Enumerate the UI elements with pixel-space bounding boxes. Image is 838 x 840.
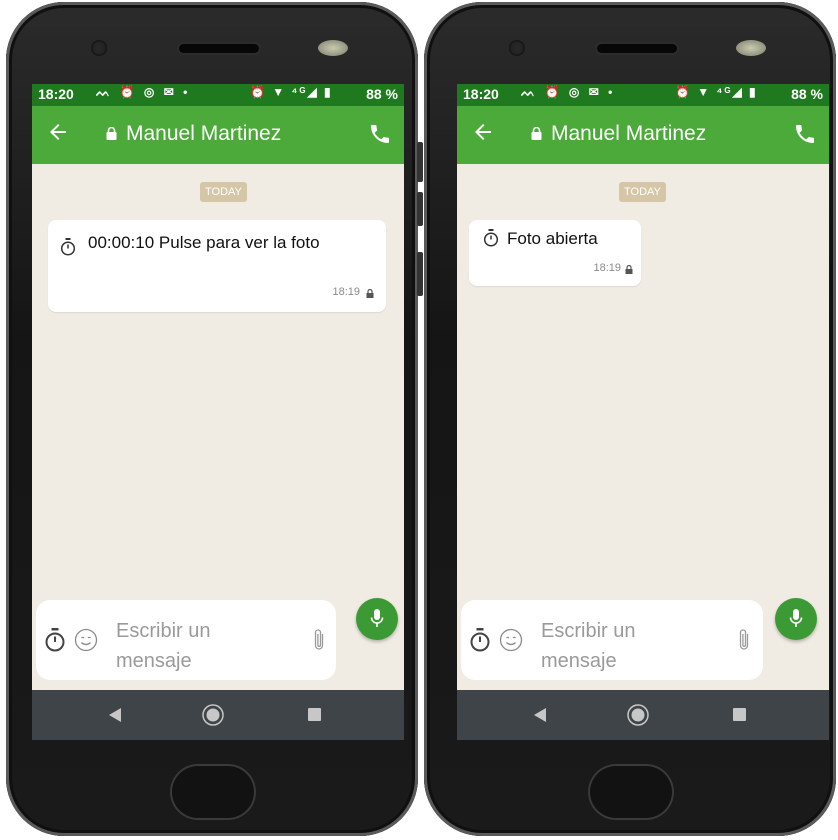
notification-icons: ᨓ ⏰ ◎ ✉ • xyxy=(521,85,616,99)
emoji-icon[interactable] xyxy=(499,628,523,652)
message-composer: Escribir un mensaje xyxy=(461,600,763,680)
lock-icon xyxy=(106,127,117,140)
top-bezel xyxy=(424,2,836,84)
phone-right: 18:20 ᨓ ⏰ ◎ ✉ • ⏰ ▼ ⁴ᴳ◢ ▮ 88 % Manuel Ma… xyxy=(424,2,836,836)
call-icon[interactable] xyxy=(793,122,817,146)
nav-home-icon[interactable] xyxy=(202,704,224,726)
mic-button[interactable] xyxy=(356,598,398,640)
front-camera xyxy=(509,40,525,56)
message-input[interactable]: Escribir un mensaje xyxy=(116,616,266,676)
timer-icon[interactable] xyxy=(44,628,66,652)
status-bar: 18:20 ᨓ ⏰ ◎ ✉ • ⏰ ▼ ⁴ᴳ◢ ▮ 88 % xyxy=(32,84,404,106)
chat-header: Manuel Martinez xyxy=(457,106,829,164)
nav-back-icon[interactable] xyxy=(533,707,547,723)
date-badge: TODAY xyxy=(200,182,247,202)
nav-bar xyxy=(457,690,829,740)
volume-button xyxy=(417,142,423,182)
nav-back-icon[interactable] xyxy=(108,707,122,723)
message-text: 00:00:10 Pulse para ver la foto xyxy=(88,233,320,252)
nav-recent-icon[interactable] xyxy=(308,708,321,721)
battery-level: 88 % xyxy=(366,86,398,102)
message-lock-icon xyxy=(625,265,633,274)
message-bubble[interactable]: 00:00:10 Pulse para ver la foto 18:19 xyxy=(48,220,386,312)
lock-icon xyxy=(531,127,542,140)
date-badge: TODAY xyxy=(619,182,666,202)
top-bezel xyxy=(6,2,418,84)
system-status-icons: ⏰ ▼ ⁴ᴳ◢ ▮ xyxy=(250,85,333,99)
message-text: Foto abierta xyxy=(507,229,598,248)
nav-recent-icon[interactable] xyxy=(733,708,746,721)
timer-icon[interactable] xyxy=(469,628,491,652)
message-composer: Escribir un mensaje xyxy=(36,600,336,680)
power-button xyxy=(417,252,423,296)
hardware-home-button xyxy=(170,764,256,820)
message-time: 18:19 xyxy=(332,286,360,298)
timer-icon xyxy=(483,229,499,247)
sensor xyxy=(736,40,766,56)
status-bar: 18:20 ᨓ ⏰ ◎ ✉ • ⏰ ▼ ⁴ᴳ◢ ▮ 88 % xyxy=(457,84,829,106)
system-status-icons: ⏰ ▼ ⁴ᴳ◢ ▮ xyxy=(675,85,758,99)
notification-icons: ᨓ ⏰ ◎ ✉ • xyxy=(96,85,191,99)
message-lock-icon xyxy=(366,289,374,298)
mic-button[interactable] xyxy=(775,598,817,640)
nav-home-icon[interactable] xyxy=(627,704,649,726)
attach-icon[interactable] xyxy=(737,628,751,652)
message-time: 18:19 xyxy=(593,262,621,274)
back-arrow-icon[interactable] xyxy=(471,120,495,144)
emoji-icon[interactable] xyxy=(74,628,98,652)
message-input[interactable]: Escribir un mensaje xyxy=(541,616,691,676)
contact-name[interactable]: Manuel Martinez xyxy=(126,122,281,146)
status-time: 18:20 xyxy=(463,86,499,102)
front-camera xyxy=(91,40,107,56)
sensor xyxy=(318,40,348,56)
screen: 18:20 ᨓ ⏰ ◎ ✉ • ⏰ ▼ ⁴ᴳ◢ ▮ 88 % Manuel Ma… xyxy=(457,84,829,740)
mic-icon xyxy=(370,609,384,627)
battery-level: 88 % xyxy=(791,86,823,102)
earpiece xyxy=(179,44,259,53)
attach-icon[interactable] xyxy=(312,628,326,652)
nav-bar xyxy=(32,690,404,740)
hardware-home-button xyxy=(588,764,674,820)
back-arrow-icon[interactable] xyxy=(46,120,70,144)
screen: 18:20 ᨓ ⏰ ◎ ✉ • ⏰ ▼ ⁴ᴳ◢ ▮ 88 % Manuel Ma… xyxy=(32,84,404,740)
phone-left: 18:20 ᨓ ⏰ ◎ ✉ • ⏰ ▼ ⁴ᴳ◢ ▮ 88 % Manuel Ma… xyxy=(6,2,423,836)
contact-name[interactable]: Manuel Martinez xyxy=(551,122,706,146)
call-icon[interactable] xyxy=(368,122,392,146)
chat-header: Manuel Martinez xyxy=(32,106,404,164)
timer-icon xyxy=(60,238,76,256)
volume-button-lower xyxy=(417,192,423,226)
mic-icon xyxy=(789,609,803,627)
earpiece xyxy=(597,44,677,53)
message-bubble[interactable]: Foto abierta 18:19 xyxy=(469,220,641,286)
status-time: 18:20 xyxy=(38,86,74,102)
